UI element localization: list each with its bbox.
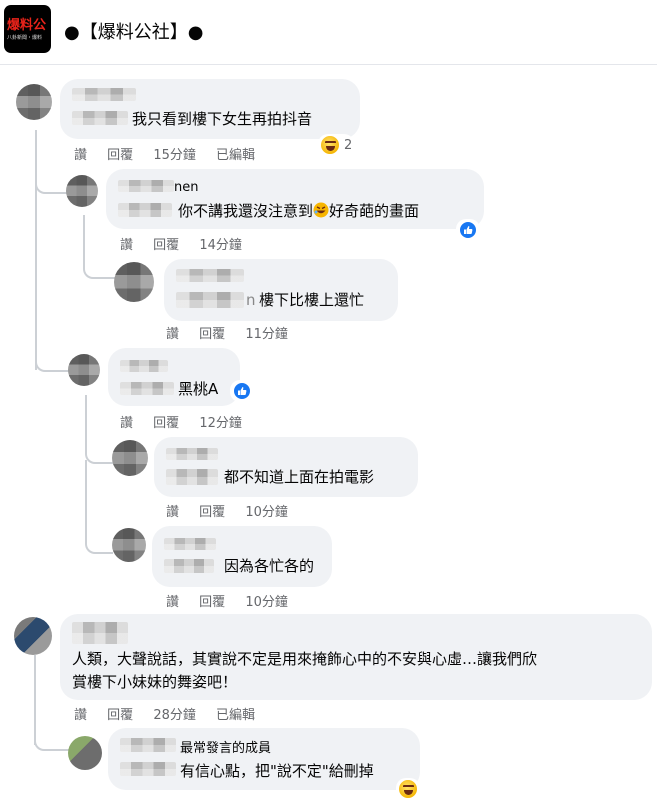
logo-text: 爆料公 [7,18,47,33]
reaction-summary[interactable]: 2 [318,134,355,156]
comment-actions: 讚 回覆 12分鐘 [120,412,258,431]
comment-bubble: 黑桃A [108,348,240,406]
thread-elbow-reply-2 [35,350,69,372]
thread-elbow-nested-1 [83,255,115,279]
comment-text-line1: 人類，大聲說話，其實說不定是用來掩飾心中的不安與心虛…讓我們欣 [72,650,538,668]
reply-button[interactable]: 回覆 [199,327,225,342]
blurred-text [118,203,172,217]
reply-button[interactable]: 回覆 [199,595,225,610]
blurred-text [164,559,214,573]
reply-button[interactable]: 回覆 [107,148,133,163]
group-title[interactable]: ●【爆料公社】● [64,18,203,44]
thread-line-main [35,130,37,370]
comment-text: 樓下比樓上還忙 [259,291,365,309]
commenter-avatar[interactable] [14,617,52,655]
comment-text: 我只看到樓下女生再拍抖音 [132,110,313,128]
commenter-avatar[interactable] [66,175,98,207]
top-contributor-badge: 最常發言的成員 [180,741,272,756]
blurred-name [72,622,128,644]
blurred-name [120,738,176,752]
reaction-summary[interactable] [230,380,254,402]
timestamp[interactable]: 10分鐘 [245,505,288,520]
commenter-avatar[interactable] [112,528,146,562]
comment-text-prefix: n [246,291,256,309]
comment-actions: 讚 回覆 11分鐘 [166,323,304,342]
comment-text: 都不知道上面在拍電影 [224,468,375,486]
like-button[interactable]: 讚 [166,327,179,342]
comment-bubble: 我只看到樓下女生再拍抖音 [60,79,360,139]
haha-icon [398,779,418,799]
like-button[interactable]: 讚 [74,708,87,723]
comment-text-line2: 賞樓下小妹妹的舞姿吧！ [72,673,238,691]
reply-button[interactable]: 回覆 [199,505,225,520]
like-button[interactable]: 讚 [166,595,179,610]
comment-text-part1: 你不講我還沒注意到 [178,202,314,220]
commenter-avatar[interactable] [16,84,52,120]
thread-elbow-nested-3 [85,460,113,554]
like-icon [458,220,478,240]
commenter-avatar[interactable] [68,354,100,386]
blurred-name [118,180,174,192]
like-button[interactable]: 讚 [120,416,133,431]
comment-text-part2: 好奇葩的畫面 [329,202,420,220]
reply-button[interactable]: 回覆 [107,708,133,723]
reaction-count: 2 [344,137,353,153]
blurred-text [176,292,244,308]
comment-bubble: 最常發言的成員 有信心點，把"說不定"給刪掉 [108,728,420,790]
timestamp[interactable]: 14分鐘 [199,238,242,253]
blurred-name [72,88,136,101]
blurred-text [166,469,218,485]
commenter-avatar[interactable] [112,440,148,476]
comment-bubble: nen 你不講我還沒注意到 好奇葩的畫面 [106,169,484,229]
timestamp[interactable]: 11分鐘 [245,327,288,342]
laughing-emoji-icon [313,202,329,218]
timestamp[interactable]: 15分鐘 [153,148,196,163]
comment-actions: 讚 回覆 14分鐘 [120,234,258,253]
like-button[interactable]: 讚 [74,148,87,163]
blurred-text [120,382,174,395]
blurred-text [72,111,128,125]
reaction-summary[interactable] [396,778,420,800]
comment-actions: 讚 回覆 10分鐘 [166,501,304,520]
timestamp[interactable]: 28分鐘 [153,708,196,723]
like-button[interactable]: 讚 [120,238,133,253]
comment-text: 有信心點，把"說不定"給刪掉 [180,762,374,780]
comment-actions: 讚 回覆 15分鐘 已編輯 [74,144,271,163]
edited-label[interactable]: 已編輯 [216,148,255,163]
blurred-name [166,448,218,460]
comment-text: 你不講我還沒注意到 好奇葩的畫面 [178,201,419,221]
blurred-text [120,762,176,776]
comment-bubble: n 樓下比樓上還忙 [164,259,398,321]
like-button[interactable]: 讚 [166,505,179,520]
reaction-summary[interactable] [456,219,480,241]
reply-button[interactable]: 回覆 [153,416,179,431]
commenter-name-tail[interactable]: nen [174,180,198,195]
group-logo[interactable]: 爆料公 八卦新聞・爆料 [4,5,51,53]
comment-text: 黑桃A [178,380,219,398]
commenter-avatar[interactable] [114,262,154,302]
comment-actions: 讚 回覆 28分鐘 已編輯 [74,704,271,723]
group-header: 爆料公 八卦新聞・爆料 ●【爆料公社】● [0,0,657,65]
edited-label[interactable]: 已編輯 [216,708,255,723]
logo-subtext: 八卦新聞・爆料 [7,35,43,41]
comment-text: 因為各忙各的 [224,557,315,575]
commenter-avatar[interactable] [68,736,102,770]
comment-bubble: 因為各忙各的 [152,526,332,587]
thread-elbow-reply-1 [35,170,69,194]
thread-elbow-reply-3 [34,725,70,751]
reply-button[interactable]: 回覆 [153,238,179,253]
comment-bubble: 都不知道上面在拍電影 [154,437,418,497]
timestamp[interactable]: 12分鐘 [199,416,242,431]
blurred-name [164,538,216,550]
comment-actions: 讚 回覆 10分鐘 [166,591,304,610]
blurred-name [176,269,244,282]
like-icon [232,381,252,401]
timestamp[interactable]: 10分鐘 [245,595,288,610]
haha-icon [320,135,340,155]
blurred-name [120,360,168,372]
comment-bubble: 人類，大聲說話，其實說不定是用來掩飾心中的不安與心虛…讓我們欣 賞樓下小妹妹的舞… [60,614,652,700]
